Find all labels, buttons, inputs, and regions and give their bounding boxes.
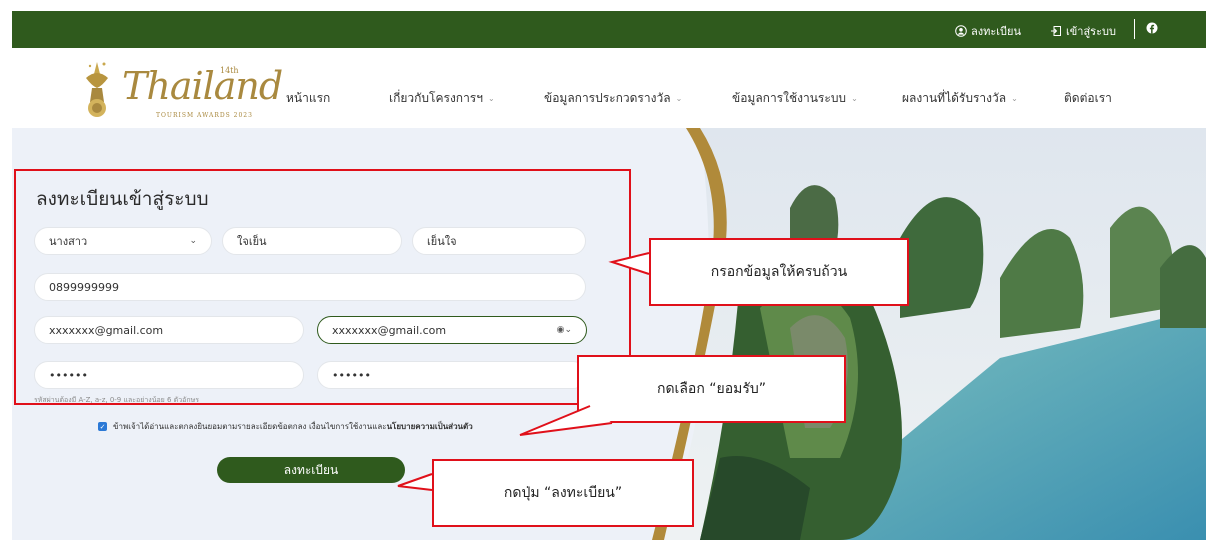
- top-bar: ลงทะเบียน เข้าสู่ระบบ: [12, 11, 1206, 48]
- nav-contest-info[interactable]: ข้อมูลการประกวดรางวัล ⌄: [544, 89, 682, 108]
- logo-emblem-icon: [86, 62, 108, 117]
- login-link-label: เข้าสู่ระบบ: [1066, 25, 1116, 38]
- user-circle-icon: [955, 25, 967, 37]
- register-button[interactable]: ลงทะเบียน: [217, 457, 405, 483]
- privacy-policy-link[interactable]: นโยบายความเป็นส่วนตัว: [387, 420, 473, 433]
- nav-about[interactable]: เกี่ยวกับโครงการฯ ⌄: [389, 89, 495, 108]
- annotation-press-register: กดปุ่ม “ลงทะเบียน”: [432, 459, 694, 527]
- nav-contact[interactable]: ติดต่อเรา: [1064, 89, 1112, 108]
- nav-system-usage[interactable]: ข้อมูลการใช้งานระบบ ⌄: [732, 89, 858, 108]
- register-link-label: ลงทะเบียน: [971, 25, 1021, 38]
- nav-home-label: หน้าแรก: [286, 91, 331, 105]
- nav-about-label: เกี่ยวกับโครงการฯ: [389, 91, 483, 105]
- logo-edition: 14th: [220, 66, 239, 75]
- logo-wordmark[interactable]: Thailand: [122, 64, 283, 108]
- register-button-label: ลงทะเบียน: [283, 462, 339, 477]
- consent-row: ✓ ข้าพเจ้าได้อ่านและตกลงยินยอมตามรายละเอ…: [98, 420, 473, 433]
- annotation-press-register-text: กดปุ่ม “ลงทะเบียน”: [503, 485, 623, 501]
- annotation-fill-info: กรอกข้อมูลให้ครบถ้วน: [649, 238, 909, 306]
- nav-contact-label: ติดต่อเรา: [1064, 91, 1112, 105]
- landscape-image: [652, 128, 1206, 540]
- login-link[interactable]: เข้าสู่ระบบ: [1050, 22, 1116, 40]
- chevron-down-icon: ⌄: [487, 94, 495, 103]
- nav-awarded-works[interactable]: ผลงานที่ได้รับรางวัล ⌄: [902, 89, 1018, 108]
- site-header: Thailand 14th TOURISM AWARDS 2023 หน้าแร…: [12, 48, 1206, 129]
- nav-home[interactable]: หน้าแรก: [286, 89, 330, 108]
- nav-awarded-works-label: ผลงานที่ได้รับรางวัล: [902, 91, 1007, 105]
- nav-system-usage-label: ข้อมูลการใช้งานระบบ: [732, 91, 847, 105]
- nav-contest-info-label: ข้อมูลการประกวดรางวัล: [544, 91, 671, 105]
- logo-subtitle: TOURISM AWARDS 2023: [156, 112, 253, 119]
- consent-text: ข้าพเจ้าได้อ่านและตกลงยินยอมตามรายละเอีย…: [113, 422, 387, 431]
- annotation-accept: กดเลือก “ยอมรับ”: [577, 355, 846, 423]
- consent-checkbox[interactable]: ✓: [98, 422, 107, 431]
- annotation-fill-info-text: กรอกข้อมูลให้ครบถ้วน: [710, 264, 848, 280]
- chevron-down-icon: ⌄: [675, 94, 683, 103]
- annotation-accept-text: กดเลือก “ยอมรับ”: [656, 381, 767, 397]
- chevron-down-icon: ⌄: [851, 94, 858, 103]
- login-icon: [1051, 26, 1061, 36]
- form-highlight-frame: [14, 169, 631, 405]
- facebook-icon: [1146, 22, 1158, 34]
- facebook-link[interactable]: [1146, 22, 1158, 34]
- top-divider: [1134, 19, 1135, 39]
- register-link[interactable]: ลงทะเบียน: [955, 22, 1021, 40]
- chevron-down-icon: ⌄: [1011, 94, 1018, 103]
